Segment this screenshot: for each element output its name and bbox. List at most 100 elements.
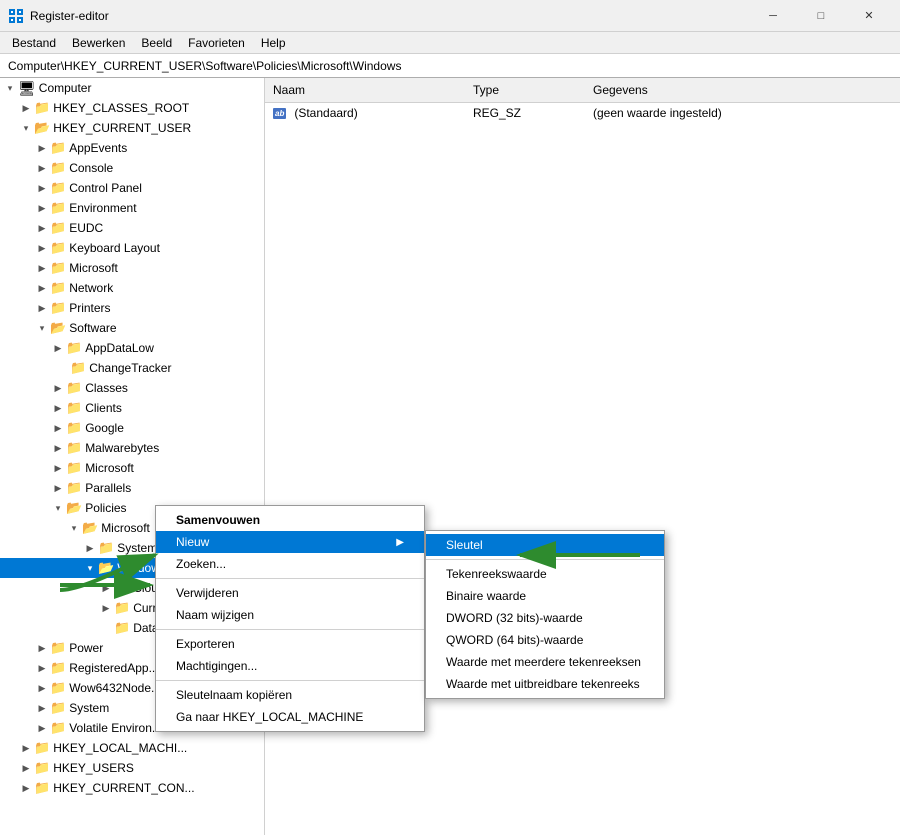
- tree-item-keyboard-layout[interactable]: ▶ 📁 Keyboard Layout: [0, 238, 264, 258]
- sub-menu-binaire-waarde[interactable]: Binaire waarde: [426, 585, 664, 607]
- table-row[interactable]: ab (Standaard) REG_SZ (geen waarde inges…: [265, 103, 900, 123]
- context-menu-sleutelnaam[interactable]: Sleutelnaam kopiëren: [156, 684, 424, 706]
- menu-bewerken[interactable]: Bewerken: [64, 32, 133, 53]
- minimize-button[interactable]: ─: [750, 2, 796, 30]
- context-label-zoeken: Zoeken...: [176, 557, 226, 571]
- expand-cloudc[interactable]: ▶: [98, 580, 114, 596]
- tree-item-printers[interactable]: ▶ 📁 Printers: [0, 298, 264, 318]
- tree-label-eudc: EUDC: [69, 221, 103, 235]
- expand-hklm[interactable]: ▶: [18, 740, 34, 756]
- menu-bestand[interactable]: Bestand: [4, 32, 64, 53]
- tree-item-microsoft-sw[interactable]: ▶ 📁 Microsoft: [0, 458, 264, 478]
- expand-systemcert[interactable]: ▶: [82, 540, 98, 556]
- context-menu-machtigingen[interactable]: Machtigingen...: [156, 655, 424, 677]
- expand-windows[interactable]: ▾: [82, 560, 98, 576]
- expand-system[interactable]: ▶: [34, 700, 50, 716]
- expand-registeredapp[interactable]: ▶: [34, 660, 50, 676]
- expand-curre[interactable]: ▶: [98, 600, 114, 616]
- menu-favorieten[interactable]: Favorieten: [180, 32, 253, 53]
- context-menu-naam-wijzigen[interactable]: Naam wijzigen: [156, 604, 424, 626]
- tree-item-control-panel[interactable]: ▶ 📁 Control Panel: [0, 178, 264, 198]
- tree-item-hku[interactable]: ▶ 📁 HKEY_USERS: [0, 758, 264, 778]
- expand-hkcu[interactable]: ▾: [18, 120, 34, 136]
- expand-control-panel[interactable]: ▶: [34, 180, 50, 196]
- tree-item-environment[interactable]: ▶ 📁 Environment: [0, 198, 264, 218]
- tree-item-appevents[interactable]: ▶ 📁 AppEvents: [0, 138, 264, 158]
- expand-printers[interactable]: ▶: [34, 300, 50, 316]
- tree-item-malwarebytes[interactable]: ▶ 📁 Malwarebytes: [0, 438, 264, 458]
- tree-item-classes[interactable]: ▶ 📁 Classes: [0, 378, 264, 398]
- expand-malwarebytes[interactable]: ▶: [50, 440, 66, 456]
- folder-icon-volatile: 📁: [50, 720, 66, 736]
- expand-console[interactable]: ▶: [34, 160, 50, 176]
- folder-icon-microsoft-sw: 📁: [66, 460, 82, 476]
- tree-item-google[interactable]: ▶ 📁 Google: [0, 418, 264, 438]
- tree-item-parallels[interactable]: ▶ 📁 Parallels: [0, 478, 264, 498]
- tree-label-appdatalow: AppDataLow: [85, 341, 154, 355]
- expand-eudc[interactable]: ▶: [34, 220, 50, 236]
- context-menu-ga-naar[interactable]: Ga naar HKEY_LOCAL_MACHINE: [156, 706, 424, 728]
- tree-item-appdatalow[interactable]: ▶ 📁 AppDataLow: [0, 338, 264, 358]
- expand-parallels[interactable]: ▶: [50, 480, 66, 496]
- sub-menu-uitbreidbare[interactable]: Waarde met uitbreidbare tekenreeks: [426, 673, 664, 695]
- expand-hku[interactable]: ▶: [18, 760, 34, 776]
- maximize-button[interactable]: □: [798, 2, 844, 30]
- menu-help[interactable]: Help: [253, 32, 294, 53]
- expand-clients[interactable]: ▶: [50, 400, 66, 416]
- expand-microsoft[interactable]: ▶: [34, 260, 50, 276]
- expand-software[interactable]: ▾: [34, 320, 50, 336]
- tree-item-hkcc[interactable]: ▶ 📁 HKEY_CURRENT_CON...: [0, 778, 264, 798]
- expand-microsoft-pol[interactable]: ▾: [66, 520, 82, 536]
- expand-network[interactable]: ▶: [34, 280, 50, 296]
- tree-item-hkey-classes-root[interactable]: ▶ 📁 HKEY_CLASSES_ROOT: [0, 98, 264, 118]
- tree-item-console[interactable]: ▶ 📁 Console: [0, 158, 264, 178]
- tree-item-changetracker[interactable]: ▶ 📁 ChangeTracker: [0, 358, 264, 378]
- tree-item-computer[interactable]: ▾ 🖥 Computer: [0, 78, 264, 98]
- tree-item-hkcu[interactable]: ▾ 📂 HKEY_CURRENT_USER: [0, 118, 264, 138]
- context-menu-nieuw[interactable]: Nieuw ▶: [156, 531, 424, 553]
- tree-item-hklm[interactable]: ▶ 📁 HKEY_LOCAL_MACHI...: [0, 738, 264, 758]
- sub-separator-1: [426, 559, 664, 560]
- sub-menu-sleutel[interactable]: Sleutel: [426, 534, 664, 556]
- tree-item-clients[interactable]: ▶ 📁 Clients: [0, 398, 264, 418]
- expand-hkcr[interactable]: ▶: [18, 100, 34, 116]
- sub-label-sleutel: Sleutel: [446, 538, 483, 552]
- context-label-exporteren: Exporteren: [176, 637, 235, 651]
- sub-menu-tekenreekswaarde[interactable]: Tekenreekswaarde: [426, 563, 664, 585]
- expand-power[interactable]: ▶: [34, 640, 50, 656]
- context-menu-exporteren[interactable]: Exporteren: [156, 633, 424, 655]
- menu-beeld[interactable]: Beeld: [133, 32, 180, 53]
- context-separator-2: [156, 629, 424, 630]
- sub-label-dword: DWORD (32 bits)-waarde: [446, 611, 583, 625]
- expand-environment[interactable]: ▶: [34, 200, 50, 216]
- tree-item-eudc[interactable]: ▶ 📁 EUDC: [0, 218, 264, 238]
- sub-menu-dword[interactable]: DWORD (32 bits)-waarde: [426, 607, 664, 629]
- close-button[interactable]: ✕: [846, 2, 892, 30]
- expand-appdatalow[interactable]: ▶: [50, 340, 66, 356]
- folder-icon-windows: 📂: [98, 560, 114, 576]
- expand-volatile[interactable]: ▶: [34, 720, 50, 736]
- tree-item-software[interactable]: ▾ 📂 Software: [0, 318, 264, 338]
- expand-classes[interactable]: ▶: [50, 380, 66, 396]
- sub-menu-meerdere[interactable]: Waarde met meerdere tekenreeksen: [426, 651, 664, 673]
- sub-menu-qword[interactable]: QWORD (64 bits)-waarde: [426, 629, 664, 651]
- tree-item-network[interactable]: ▶ 📁 Network: [0, 278, 264, 298]
- expand-appevents[interactable]: ▶: [34, 140, 50, 156]
- expand-computer[interactable]: ▾: [2, 80, 18, 96]
- expand-policies[interactable]: ▾: [50, 500, 66, 516]
- context-menu-zoeken[interactable]: Zoeken...: [156, 553, 424, 575]
- tree-label-google: Google: [85, 421, 124, 435]
- expand-wow6432node[interactable]: ▶: [34, 680, 50, 696]
- folder-icon-hklm: 📁: [34, 740, 50, 756]
- tree-item-microsoft[interactable]: ▶ 📁 Microsoft: [0, 258, 264, 278]
- tree-label-clients: Clients: [85, 401, 122, 415]
- context-menu-samenvouwen[interactable]: Samenvouwen: [156, 509, 424, 531]
- expand-hkcc[interactable]: ▶: [18, 780, 34, 796]
- expand-google[interactable]: ▶: [50, 420, 66, 436]
- expand-microsoft-sw[interactable]: ▶: [50, 460, 66, 476]
- context-menu-verwijderen[interactable]: Verwijderen: [156, 582, 424, 604]
- row-name-label: (Standaard): [294, 106, 357, 120]
- folder-icon-keyboard-layout: 📁: [50, 240, 66, 256]
- computer-icon: 🖥: [18, 80, 36, 97]
- expand-keyboard-layout[interactable]: ▶: [34, 240, 50, 256]
